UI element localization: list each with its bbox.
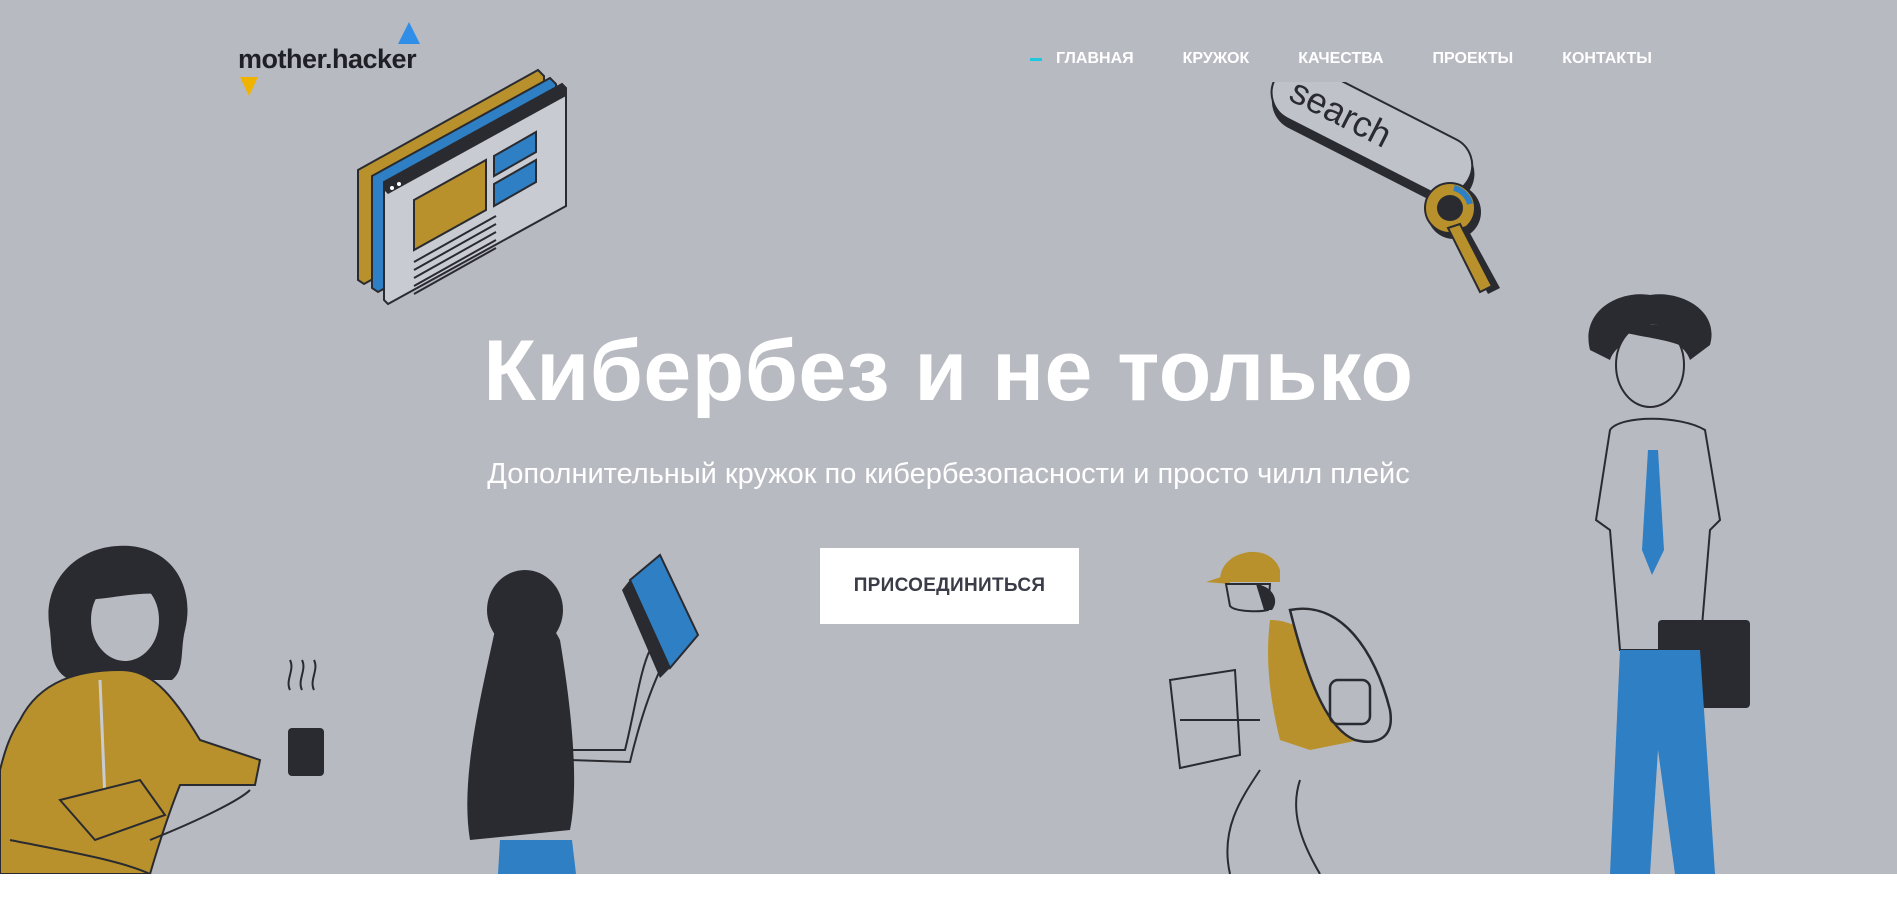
active-marker [1030, 57, 1042, 61]
girl-with-book-illustration [467, 553, 700, 874]
hero-title: Кибербез и не только [483, 323, 1414, 419]
boy-with-backpack-illustration [1168, 551, 1393, 874]
nav-item-contacts[interactable]: КОНТАКТЫ [1562, 50, 1652, 68]
nav-item-home[interactable]: ГЛАВНАЯ [1030, 50, 1134, 68]
nav-item-label: КАЧЕСТВА [1298, 50, 1384, 67]
join-button[interactable]: ПРИСОЕДИНИТЬСЯ [820, 548, 1079, 624]
triangle-up-icon [398, 22, 420, 44]
woman-with-coffee-illustration [0, 545, 324, 874]
nav-item-label: КРУЖОК [1182, 50, 1250, 67]
browser-windows-illustration [357, 68, 567, 306]
main-nav: ГЛАВНАЯ КРУЖОК КАЧЕСТВА ПРОЕКТЫ КОНТАКТЫ [1030, 50, 1652, 68]
search-bar-illustration: search [1270, 82, 1500, 294]
hero-section: mother.hacker ГЛАВНАЯ КРУЖОК КАЧЕСТВА ПР… [0, 0, 1897, 874]
nav-item-label: ГЛАВНАЯ [1056, 50, 1134, 67]
hero-subtitle: Дополнительный кружок по кибербезопаснос… [487, 458, 1410, 490]
nav-item-qualities[interactable]: КАЧЕСТВА [1298, 50, 1383, 68]
nav-item-label: КОНТАКТЫ [1562, 50, 1652, 67]
nav-item-club[interactable]: КРУЖОК [1183, 50, 1250, 68]
triangle-down-icon [240, 77, 258, 96]
nav-item-label: ПРОЕКТЫ [1432, 50, 1514, 67]
nav-item-projects[interactable]: ПРОЕКТЫ [1433, 50, 1514, 68]
